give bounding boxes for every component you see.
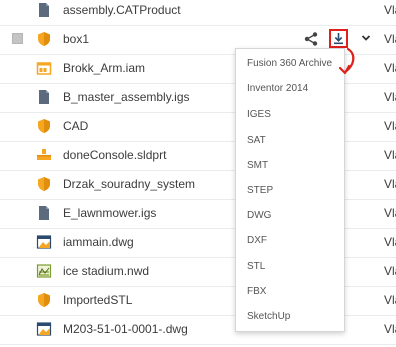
file-name[interactable]: CAD (63, 119, 88, 133)
menu-item-dxf[interactable]: DXF (247, 235, 267, 246)
menu-item-fusion-archive[interactable]: Fusion 360 Archive (247, 58, 332, 69)
menu-item-sat[interactable]: SAT (247, 135, 266, 146)
annotation-arrow-icon (338, 47, 355, 75)
file-name[interactable]: Drzak_souradny_system (63, 177, 195, 191)
share-icon[interactable] (303, 31, 319, 47)
row-checkbox[interactable] (12, 33, 23, 44)
file-name[interactable]: ice stadium.nwd (63, 264, 149, 278)
shield-part-icon (38, 119, 50, 133)
file-name[interactable]: box1 (63, 32, 89, 46)
menu-item-stl[interactable]: STL (247, 261, 265, 272)
file-name[interactable]: Brokk_Arm.iam (63, 61, 145, 75)
file-owner: Vla (384, 148, 396, 162)
menu-item-fbx[interactable]: FBX (247, 286, 266, 297)
shield-part-icon (38, 32, 50, 46)
assembly-icon (36, 62, 52, 75)
file-owner: Vla (384, 177, 396, 191)
menu-item-sketchup[interactable]: SketchUp (247, 311, 290, 322)
document-icon (39, 3, 49, 17)
file-name[interactable]: B_master_assembly.igs (63, 90, 190, 104)
file-name[interactable]: M203-51-01-0001-.dwg (63, 322, 188, 336)
navisworks-icon (36, 264, 52, 278)
menu-item-smt[interactable]: SMT (247, 160, 268, 171)
menu-item-dwg[interactable]: DWG (247, 210, 271, 221)
document-icon (39, 206, 49, 220)
file-owner: Vla (384, 61, 396, 75)
solidworks-part-icon (37, 149, 51, 160)
file-row[interactable]: assembly.CATProduct Vla (0, 0, 396, 26)
file-name[interactable]: doneConsole.sldprt (63, 148, 166, 162)
file-owner: Vla (384, 264, 396, 278)
file-owner: Vla (384, 90, 396, 104)
file-owner: Vla (384, 119, 396, 133)
file-owner: Vla (384, 322, 396, 336)
document-icon (39, 90, 49, 104)
file-name[interactable]: iammain.dwg (63, 235, 134, 249)
menu-item-inventor-2014[interactable]: Inventor 2014 (247, 83, 308, 94)
file-owner: Vla (384, 32, 396, 46)
download-format-menu: Fusion 360 Archive Inventor 2014 IGES SA… (235, 48, 345, 332)
file-name[interactable]: ImportedSTL (63, 293, 132, 307)
drawing-icon (36, 322, 52, 336)
chevron-down-icon[interactable] (360, 32, 372, 44)
file-owner: Vla (384, 3, 396, 17)
shield-part-icon (38, 177, 50, 191)
file-owner: Vla (384, 206, 396, 220)
menu-item-iges[interactable]: IGES (247, 109, 271, 120)
file-name[interactable]: assembly.CATProduct (63, 3, 181, 17)
shield-part-icon (38, 293, 50, 307)
menu-item-step[interactable]: STEP (247, 185, 273, 196)
file-owner: Vla (384, 293, 396, 307)
drawing-icon (36, 235, 52, 249)
file-name[interactable]: E_lawnmower.igs (63, 206, 156, 220)
file-owner: Vla (384, 235, 396, 249)
